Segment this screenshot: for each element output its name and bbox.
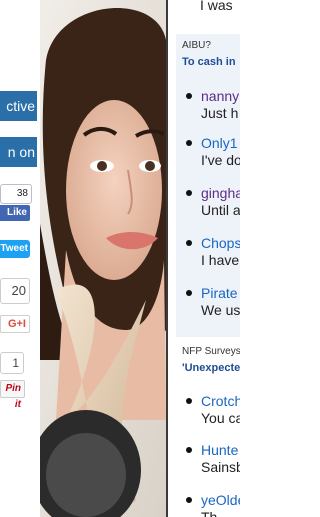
bullet-icon [186,447,192,453]
thread-snippet: Until a [201,202,240,218]
bullet-icon [186,290,192,296]
column-divider [166,0,168,517]
pinterest-count: 1 [0,352,24,374]
section-label-aibu: AIBU? [182,40,211,51]
right-column: I was AIBU? To cash in nanny Just h Only… [168,0,240,517]
bullet-icon [186,240,192,246]
thread-link[interactable]: yeOlde [201,492,240,508]
bullet-icon [186,398,192,404]
thread-link[interactable]: Only1 [201,135,238,151]
section-title-nfp[interactable]: 'Unexpecte [182,362,240,374]
thread-snippet: Sainsb [201,459,240,475]
thread-link[interactable]: Chops [201,235,240,251]
gplus-count: 20 [0,278,30,304]
section-title-aibu[interactable]: To cash in [182,56,236,68]
advertisement-image[interactable] [36,0,166,517]
thread-link[interactable]: Crotch [201,393,240,409]
gplus-button[interactable]: G+I [0,315,30,333]
thread-link[interactable]: nanny [201,88,239,104]
bullet-icon [186,497,192,503]
facebook-like-button[interactable]: Like [0,205,30,221]
bullet-icon [186,190,192,196]
thread-link[interactable]: Pirate [201,285,238,301]
share-sidebar: ctive n on 38 Like Tweet 20 G+I 1 Pin it [0,0,40,517]
bullet-icon [186,93,192,99]
bullet-icon [186,140,192,146]
pinterest-pin-button[interactable]: Pin it [0,380,25,410]
active-tab-button[interactable]: ctive [0,91,37,121]
thread-snippet: Th [201,509,218,517]
thread-snippet: You ca [201,410,240,426]
thread-link[interactable]: Hunte [201,442,238,458]
section-label-nfp: NFP Surveys [182,346,240,357]
thread-link[interactable]: gingha [201,185,240,201]
facebook-like-count: 38 [0,184,32,204]
thread-snippet: I have [201,252,240,268]
thread-snippet: Just h [201,105,239,121]
previous-text: I was [200,0,233,13]
tweet-button[interactable]: Tweet [0,240,30,258]
ad-illustration [36,0,166,517]
join-on-button[interactable]: n on [0,137,37,167]
thread-snippet: We us [201,302,240,318]
thread-snippet: I've do [201,152,240,168]
